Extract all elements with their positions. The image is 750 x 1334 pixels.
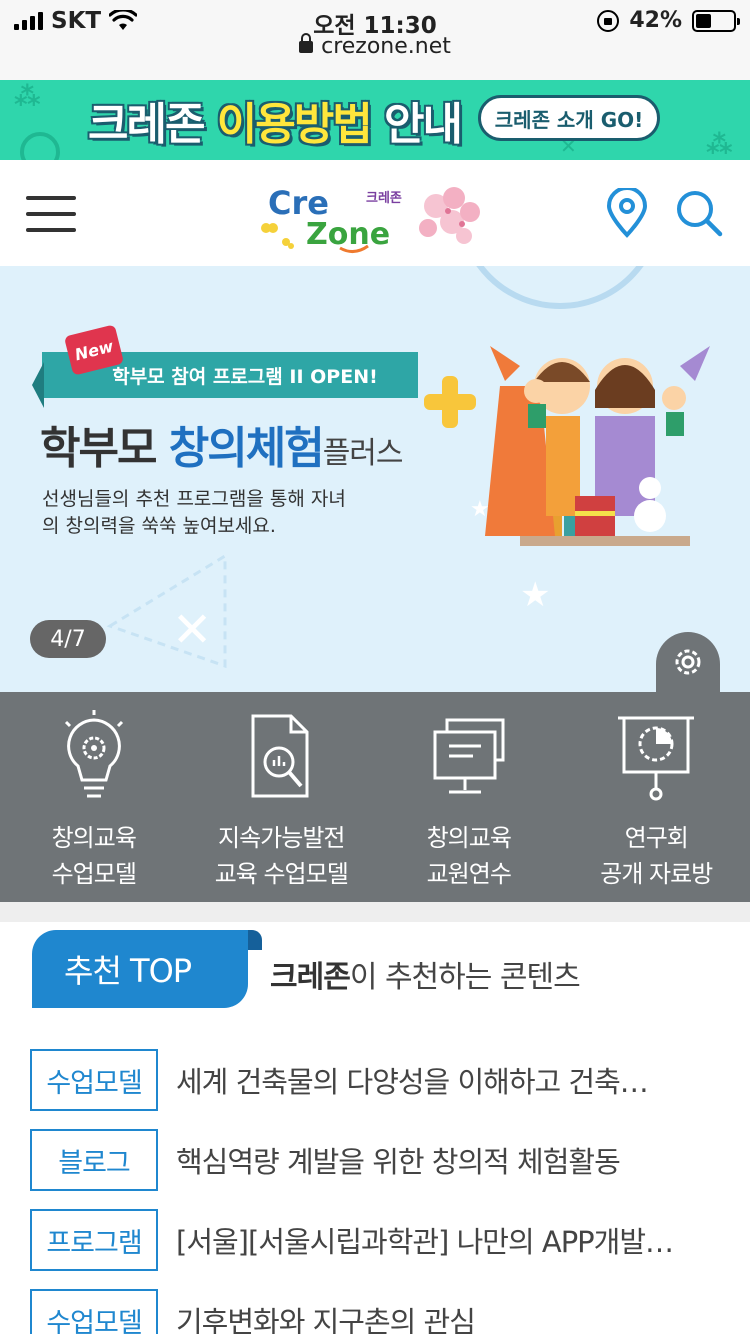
svg-text:✕: ✕ xyxy=(172,602,212,658)
list-item[interactable]: 수업모델 세계 건축물의 다양성을 이해하고 건축… xyxy=(30,1040,730,1120)
category-badge[interactable]: 수업모델 xyxy=(30,1289,158,1334)
list-item[interactable]: 프로그램 [서울][서울시립과학관] 나만의 APP개발… xyxy=(30,1200,730,1280)
hero-title-a: 학부모 xyxy=(40,423,169,474)
category-badge[interactable]: 블로그 xyxy=(30,1129,158,1191)
sparkle-icon: ⁂ xyxy=(14,82,41,112)
rotation-lock-icon xyxy=(597,9,620,32)
promo-go-button[interactable]: 크레존 소개 GO! xyxy=(478,95,660,141)
quick-menu-item[interactable]: 연구회 공개 자료방 xyxy=(563,692,750,902)
recommend-tab[interactable]: 추천 TOP xyxy=(32,930,262,1008)
svg-text:크레존: 크레존 xyxy=(366,191,402,206)
battery-percent: 42% xyxy=(629,8,682,33)
location-pin-icon[interactable] xyxy=(602,188,652,238)
promo-title-part1: 크레존 xyxy=(88,99,217,150)
list-item-title[interactable]: [서울][서울시립과학관] 나만의 APP개발… xyxy=(176,1219,673,1261)
list-item-title[interactable]: 기후변화와 지구촌의 관심 xyxy=(176,1299,475,1334)
monitor-icon xyxy=(433,718,505,794)
plus-deco-icon xyxy=(424,376,476,428)
butterfly-icon xyxy=(261,223,294,249)
category-badge[interactable]: 프로그램 xyxy=(30,1209,158,1271)
recommend-list: 수업모델 세계 건축물의 다양성을 이해하고 건축… 블로그 핵심역량 계발을 … xyxy=(30,1040,730,1334)
url-bar[interactable]: crezone.net xyxy=(0,33,750,59)
recommend-desc-bold: 크레존 xyxy=(270,960,351,995)
hero-title-b: 창의체험 xyxy=(168,423,325,474)
category-badge[interactable]: 수업모델 xyxy=(30,1049,158,1111)
battery-icon xyxy=(692,9,740,32)
hero-slider[interactable]: ✕ ★ ★ 학부모 참여 프로그램 II OPEN! New 학부모 창의체험플… xyxy=(0,266,750,692)
recommend-desc-rest: 이 추천하는 콘텐츠 xyxy=(349,960,581,995)
recommend-description: 크레존이 추천하는 콘텐츠 xyxy=(270,952,581,996)
gear-icon xyxy=(675,649,701,675)
promo-title-part2: 안내 xyxy=(370,99,463,150)
promo-title: 크레존 이용방법 안내 xyxy=(88,88,463,152)
status-right: 42% xyxy=(597,8,740,33)
svg-text:★: ★ xyxy=(520,575,550,615)
cherry-blossom-icon xyxy=(419,187,480,244)
quick-menu-item[interactable]: 창의교육 수업모델 xyxy=(0,692,188,902)
slide-indicator: 4/7 xyxy=(30,620,106,658)
promo-title-highlight: 이용방법 xyxy=(216,99,373,150)
section-divider xyxy=(0,902,750,922)
hero-subtitle: 선생님들의 추천 프로그램을 통해 자녀의 창의력을 쑥쑥 높여보세요. xyxy=(42,488,346,537)
battery-fill xyxy=(696,13,712,28)
document-search-icon xyxy=(251,714,309,798)
quick-menu-item[interactable]: 지속가능발전 교육 수업모델 xyxy=(188,692,376,902)
lightbulb-gear-icon xyxy=(64,710,123,798)
sparkle-icon: ⁂ xyxy=(706,130,733,160)
search-icon[interactable] xyxy=(674,188,724,238)
url-text: crezone.net xyxy=(321,34,451,59)
svg-text:Zone: Zone xyxy=(306,217,390,252)
hero-title-c: 플러스 xyxy=(322,436,404,471)
quick-menu-label: 창의교육 교원연수 xyxy=(426,824,512,888)
quick-menu-item[interactable]: 창의교육 교원연수 xyxy=(375,692,563,902)
list-item[interactable]: 블로그 핵심역량 계발을 위한 창의적 체험활동 xyxy=(30,1120,730,1200)
circle-deco-icon xyxy=(20,132,60,160)
logo-kr-text: 크레존 xyxy=(366,191,402,206)
hamburger-menu-icon[interactable] xyxy=(26,196,76,232)
family-illustration xyxy=(485,346,710,546)
quick-menu-label: 창의교육 수업모델 xyxy=(51,824,137,888)
presentation-chart-icon xyxy=(618,716,695,801)
site-header: Cre Zone 크레존 xyxy=(0,160,750,266)
promo-banner[interactable]: ⁂ ✕ ⁂ 크레존 이용방법 안내 크레존 소개 GO! xyxy=(0,80,750,160)
hero-title: 학부모 창의체험플러스 xyxy=(40,412,403,476)
list-item-title[interactable]: 핵심역량 계발을 위한 창의적 체험활동 xyxy=(176,1139,620,1181)
list-item-title[interactable]: 세계 건축물의 다양성을 이해하고 건축… xyxy=(176,1059,648,1101)
list-item[interactable]: 수업모델 기후변화와 지구촌의 관심 xyxy=(30,1280,730,1334)
quick-menu-label: 연구회 공개 자료방 xyxy=(600,824,713,888)
status-bar: SKT 오전 11:30 crezone.net 42% xyxy=(0,0,750,80)
quick-menu: 창의교육 수업모델 지속가능발전 교육 수업모델 창의교육 교원연수 연구회 공… xyxy=(0,692,750,902)
lock-icon xyxy=(299,33,314,53)
settings-tab[interactable] xyxy=(656,632,720,692)
quick-menu-label: 지속가능발전 교육 수업모델 xyxy=(214,824,349,888)
logo-zone-text: Zone xyxy=(306,217,390,252)
crezone-logo[interactable]: Cre Zone 크레존 xyxy=(258,176,488,256)
